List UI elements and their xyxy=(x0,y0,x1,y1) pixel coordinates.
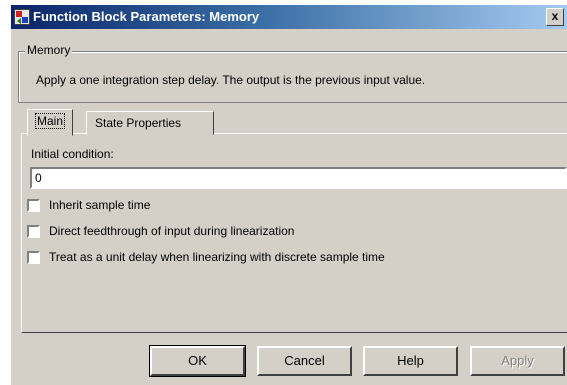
unit-delay-checkbox[interactable] xyxy=(27,251,40,264)
direct-feedthrough-checkbox[interactable] xyxy=(27,225,40,238)
cancel-button[interactable]: Cancel xyxy=(257,346,352,376)
title-bar[interactable]: Function Block Parameters: Memory x xyxy=(11,5,567,29)
window-title: Function Block Parameters: Memory xyxy=(33,9,260,24)
initial-condition-label: Initial condition: xyxy=(31,147,114,161)
block-description: Apply a one integration step delay. The … xyxy=(36,73,426,87)
close-button[interactable]: x xyxy=(546,8,564,26)
apply-button: Apply xyxy=(470,346,565,376)
help-button[interactable]: Help xyxy=(363,346,458,376)
tab-state-properties[interactable]: State Properties xyxy=(86,111,214,135)
tab-state-properties-label: State Properties xyxy=(95,116,182,130)
groupbox-legend: Memory xyxy=(25,43,73,57)
direct-feedthrough-label: Direct feedthrough of input during linea… xyxy=(49,224,295,238)
inherit-sample-time-label: Inherit sample time xyxy=(49,198,151,212)
simulink-block-icon xyxy=(14,9,30,25)
ok-button[interactable]: OK xyxy=(149,345,246,377)
tab-main[interactable]: Main xyxy=(27,109,74,136)
tab-main-label: Main xyxy=(34,113,66,129)
unit-delay-label: Treat as a unit delay when linearizing w… xyxy=(49,250,385,264)
inherit-sample-time-checkbox[interactable] xyxy=(27,199,40,212)
dialog-window: Function Block Parameters: Memory x Memo… xyxy=(10,4,567,385)
initial-condition-input[interactable] xyxy=(30,167,567,189)
